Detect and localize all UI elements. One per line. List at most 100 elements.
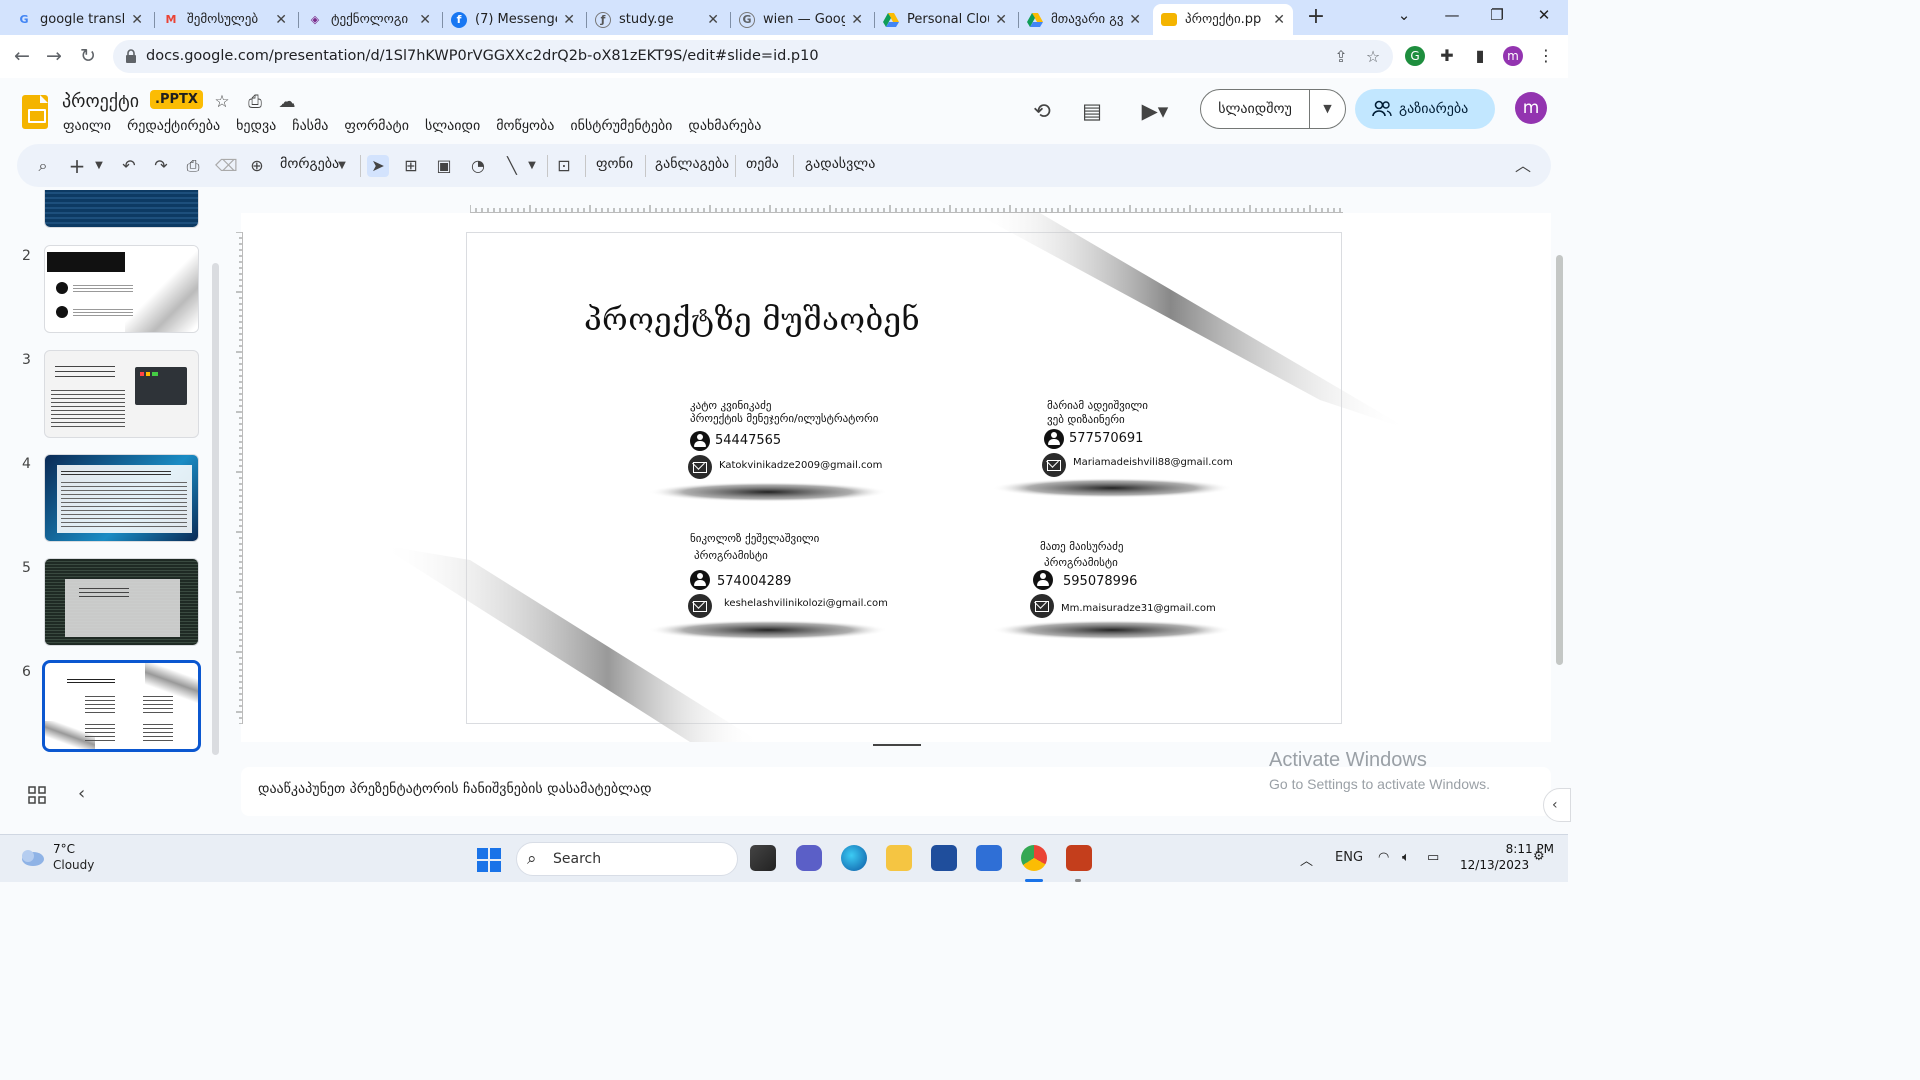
menu-insert[interactable]: ჩასმა (292, 118, 328, 134)
taskbar-search-box[interactable]: ⌕ Search (516, 842, 738, 876)
side-panel-toggle-button[interactable]: ‹ (1543, 788, 1571, 822)
insert-image-icon[interactable]: ▣ (433, 155, 455, 177)
member-name[interactable]: მარიამ ადეიშვილი (1047, 399, 1148, 412)
search-menus-icon[interactable]: ⌕ (33, 155, 53, 177)
browser-tab[interactable]: მთავარი გვ ✕ (1019, 4, 1149, 35)
file-explorer-icon[interactable] (886, 845, 912, 871)
horizontal-ruler[interactable] (470, 203, 1343, 213)
grid-view-icon[interactable] (28, 786, 46, 804)
print-icon[interactable]: ⎙ (183, 155, 203, 177)
extensions-puzzle-icon[interactable]: ✚ (1437, 46, 1457, 66)
member-phone[interactable]: 574004289 (717, 574, 791, 589)
close-tab-icon[interactable]: ✕ (1273, 12, 1285, 28)
line-dropdown-icon[interactable]: ▼ (525, 155, 539, 177)
teams-chat-icon[interactable] (796, 845, 822, 871)
member-phone[interactable]: 595078996 (1063, 574, 1137, 589)
collapse-filmstrip-icon[interactable]: ‹ (78, 783, 94, 805)
menu-arrange[interactable]: მოწყობა (496, 118, 554, 134)
tab-search-icon[interactable]: ⌄ (1392, 6, 1416, 28)
maximize-button[interactable]: ❐ (1485, 6, 1509, 28)
powerpoint-icon[interactable] (1066, 845, 1092, 871)
profile-avatar[interactable]: m (1503, 46, 1523, 66)
edge-browser-icon[interactable] (841, 845, 867, 871)
collapse-toolbar-icon[interactable]: ︿ (1513, 155, 1533, 177)
member-email[interactable]: Katokvinikadze2009@gmail.com (719, 460, 882, 471)
url-text[interactable]: docs.google.com/presentation/d/1Sl7hKWP0… (146, 48, 819, 64)
forward-button[interactable]: → (42, 44, 66, 68)
member-email[interactable]: Mm.maisuradze31@gmail.com (1061, 603, 1216, 614)
theme-button[interactable]: თემა (746, 156, 779, 172)
weather-description[interactable]: Cloudy (53, 858, 94, 872)
undo-icon[interactable]: ↶ (119, 155, 139, 177)
clock-date[interactable]: 12/13/2023 (1460, 858, 1529, 872)
member-email[interactable]: Mariamadeishvili88@gmail.com (1073, 457, 1233, 468)
slide-title[interactable]: პროექტზე მუშაობენ (584, 302, 920, 338)
close-tab-icon[interactable]: ✕ (131, 12, 143, 28)
layout-button[interactable]: განლაგება (655, 156, 729, 172)
slide-thumbnail-6-selected[interactable] (42, 660, 201, 752)
text-box-icon[interactable]: ⊞ (400, 155, 422, 177)
slide-thumbnail-4[interactable] (44, 454, 199, 542)
input-language[interactable]: ENG (1335, 850, 1363, 865)
close-tab-icon[interactable]: ✕ (1129, 12, 1141, 28)
address-bar[interactable]: docs.google.com/presentation/d/1Sl7hKWP0… (113, 40, 1393, 73)
slide-thumbnail-3[interactable] (44, 350, 199, 438)
close-tab-icon[interactable]: ✕ (419, 12, 431, 28)
member-role[interactable]: ვებ დიზაინერი (1047, 413, 1125, 426)
select-cursor-icon[interactable]: ➤ (367, 155, 389, 177)
cloudy-weather-icon[interactable] (18, 847, 46, 867)
menu-format[interactable]: ფორმატი (344, 118, 409, 134)
comment-add-icon[interactable]: ⊡ (553, 155, 575, 177)
google-slides-logo-icon[interactable] (22, 95, 48, 129)
show-hidden-icons-icon[interactable]: ︿ (1300, 850, 1313, 869)
star-icon[interactable]: ☆ (211, 92, 233, 114)
redo-icon[interactable]: ↷ (151, 155, 171, 177)
document-title[interactable]: პროექტი (62, 91, 139, 112)
close-window-button[interactable]: ✕ (1532, 6, 1556, 28)
browser-tab[interactable]: ◈ ტექნოლოგი ✕ (299, 4, 439, 35)
slideshow-dropdown-button[interactable]: ▼ (1309, 89, 1346, 129)
background-button[interactable]: ფონი (596, 156, 633, 172)
menu-file[interactable]: ფაილი (63, 118, 111, 134)
weather-temperature[interactable]: 7°C (53, 842, 75, 856)
member-phone[interactable]: 577570691 (1069, 431, 1143, 446)
member-name[interactable]: კატო კვინიკაძე (690, 399, 771, 412)
canvas-scrollbar[interactable] (1556, 255, 1563, 665)
close-tab-icon[interactable]: ✕ (563, 12, 575, 28)
battery-icon[interactable]: ▭ (1427, 850, 1439, 865)
browser-tab[interactable]: Personal Clou ✕ (875, 4, 1015, 35)
grammarly-extension-icon[interactable]: G (1405, 46, 1425, 66)
chrome-icon[interactable] (1021, 845, 1047, 871)
member-role[interactable]: პროექტის მენეჯერი/ილუსტრატორი (690, 412, 878, 425)
close-tab-icon[interactable]: ✕ (275, 12, 287, 28)
close-tab-icon[interactable]: ✕ (851, 12, 863, 28)
windows-start-icon[interactable] (477, 848, 501, 872)
slide-thumbnail-1[interactable] (44, 190, 199, 228)
browser-menu-icon[interactable]: ⋮ (1536, 46, 1556, 66)
menu-help[interactable]: დახმარება (688, 118, 761, 134)
vertical-ruler[interactable] (235, 232, 243, 724)
slide-thumbnail-5[interactable] (44, 558, 199, 646)
side-panel-icon[interactable]: ▮ (1470, 46, 1490, 66)
member-email[interactable]: keshelashvilinikolozi@gmail.com (724, 598, 888, 609)
meet-video-icon[interactable]: ▶▾ (1135, 99, 1175, 125)
zoom-fit-select[interactable]: მორგება (280, 156, 339, 172)
menu-slide[interactable]: სლაიდი (425, 118, 480, 134)
comments-icon[interactable]: ▤ (1079, 99, 1105, 125)
shape-icon[interactable]: ◔ (467, 155, 489, 177)
transition-button[interactable]: გადასვლა (805, 156, 875, 172)
volume-icon[interactable]: 🔈︎ (1402, 850, 1410, 865)
new-slide-icon[interactable]: + (67, 155, 87, 177)
move-folder-icon[interactable]: ⎙ (244, 92, 266, 114)
mail-app-icon[interactable] (976, 845, 1002, 871)
version-history-icon[interactable]: ⟲ (1029, 99, 1055, 125)
browser-tab[interactable]: ƒ study.ge ✕ (587, 4, 727, 35)
back-button[interactable]: ← (10, 44, 34, 68)
zoom-icon[interactable]: ⊕ (247, 155, 267, 177)
minimize-button[interactable]: — (1440, 6, 1464, 28)
browser-tab[interactable]: f (7) Messenge ✕ (443, 4, 583, 35)
member-role[interactable]: პროგრამისტი (1044, 556, 1118, 569)
wifi-icon[interactable]: ◠ (1378, 850, 1389, 865)
menu-edit[interactable]: რედაქტირება (127, 118, 220, 134)
slide-thumbnail-2[interactable] (44, 245, 199, 333)
